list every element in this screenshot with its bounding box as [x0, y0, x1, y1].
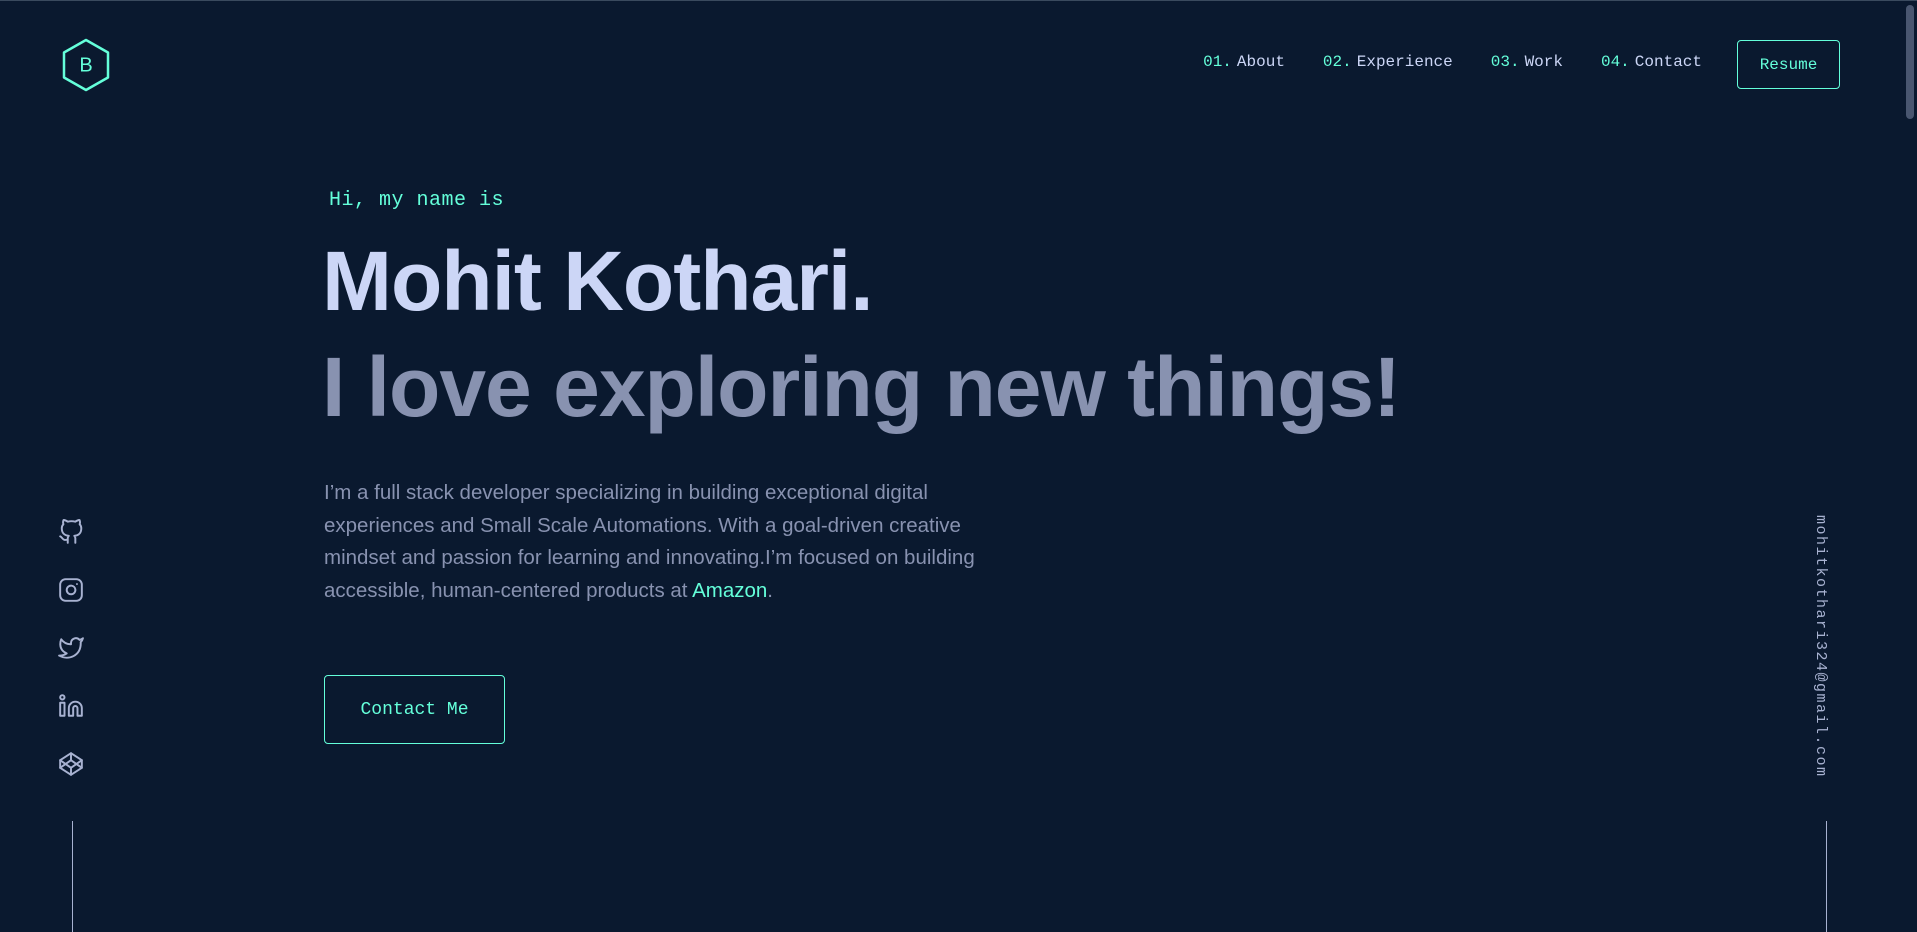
github-link[interactable] [58, 519, 84, 545]
twitter-link[interactable] [58, 635, 84, 661]
hero-name: Mohit Kothari. [322, 234, 874, 328]
resume-button[interactable]: Resume [1737, 40, 1840, 89]
nav-number: 01. [1203, 53, 1232, 71]
codepen-link[interactable] [58, 751, 84, 777]
hero-tagline: I love exploring new things! [322, 340, 1401, 434]
amazon-link[interactable]: Amazon [692, 579, 767, 602]
nav-number: 02. [1322, 53, 1352, 71]
nav-label: About [1236, 53, 1285, 71]
hexagon-icon: B [62, 38, 110, 92]
right-divider-line [1826, 821, 1827, 932]
email-link[interactable]: mohitkothari324@gmail.com [1812, 515, 1829, 778]
nav-item-work[interactable]: 03. Work [1491, 53, 1563, 71]
contact-me-button[interactable]: Contact Me [324, 675, 505, 744]
scrollbar-thumb[interactable] [1906, 5, 1914, 119]
nav-label: Contact [1634, 53, 1702, 71]
nav-item-experience[interactable]: 02. Experience [1323, 53, 1453, 71]
hero-greeting: Hi, my name is [329, 189, 505, 212]
left-divider-line [72, 821, 73, 932]
bio-end: . [767, 578, 773, 602]
portfolio-page: B 01. About 02. Experience 03. Work 04. … [0, 0, 1917, 932]
twitter-icon [58, 637, 84, 659]
codepen-icon [59, 752, 83, 776]
hero-bio: I’m a full stack developer specializing … [324, 477, 1014, 607]
logo-letter: B [79, 55, 92, 77]
linkedin-icon [59, 694, 83, 717]
scrollbar-track[interactable] [1903, 1, 1917, 932]
instagram-link[interactable] [58, 577, 84, 603]
bio-text: I’m a full stack developer specializing … [324, 481, 975, 602]
nav-number: 03. [1490, 53, 1520, 71]
nav-item-contact[interactable]: 04. Contact [1601, 53, 1702, 71]
logo-hexagon[interactable]: B [61, 38, 111, 92]
nav-item-about[interactable]: 01. About [1203, 53, 1285, 71]
nav-number: 04. [1600, 53, 1630, 71]
main-nav: 01. About 02. Experience 03. Work 04. Co… [1165, 53, 1702, 71]
linkedin-link[interactable] [58, 693, 84, 719]
instagram-icon [59, 578, 83, 602]
nav-label: Experience [1356, 53, 1453, 71]
github-icon [59, 519, 83, 544]
nav-label: Work [1524, 53, 1563, 71]
social-links [58, 519, 88, 809]
